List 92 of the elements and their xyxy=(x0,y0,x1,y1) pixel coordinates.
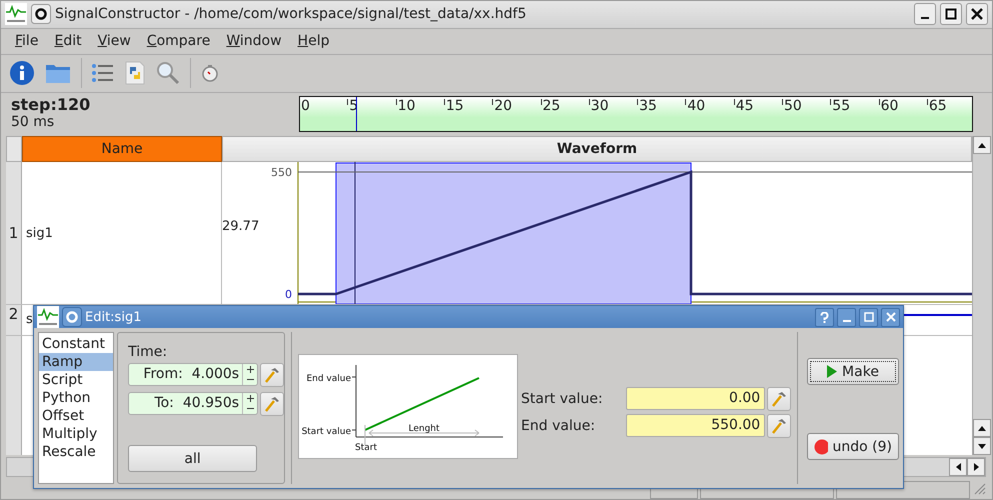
dialog-title: Edit:sig1 xyxy=(85,310,142,324)
param-label: End value: xyxy=(521,418,596,434)
menu-item[interactable]: Edit xyxy=(46,33,90,50)
menu-item[interactable]: Help xyxy=(290,33,338,50)
plus-icon xyxy=(246,366,254,373)
minimize-icon xyxy=(921,17,929,20)
time-spin-field[interactable]: From: 4.000s xyxy=(128,363,258,386)
info-icon[interactable] xyxy=(9,60,35,86)
value-field[interactable]: 550.00 xyxy=(626,414,766,437)
column-header[interactable]: Name xyxy=(22,136,222,162)
maximize-button[interactable] xyxy=(940,3,962,26)
step-interval: 50 ms xyxy=(11,114,56,130)
left-arrow-icon xyxy=(956,463,960,472)
up-arrow-icon xyxy=(978,142,986,148)
ruler-label: 10 xyxy=(398,98,416,113)
function-item[interactable]: Script xyxy=(39,371,114,389)
ruler-label: 25 xyxy=(542,98,560,113)
function-item[interactable]: Constant xyxy=(39,335,114,353)
menu-item[interactable]: Compare xyxy=(138,33,218,50)
ruler-label: 15 xyxy=(446,98,464,113)
hammer-icon xyxy=(770,416,788,434)
hammer-icon xyxy=(263,395,282,413)
scroll-up-button[interactable] xyxy=(973,419,991,438)
window-title: SignalConstructor - /home/com/workspace/signal/test_data/xx.hdf5 xyxy=(55,6,528,22)
hammer-icon xyxy=(263,366,282,384)
function-item[interactable]: Ramp xyxy=(39,353,114,371)
corner-header xyxy=(6,136,22,162)
ruler-label: 45 xyxy=(736,98,754,113)
ruler-label: 20 xyxy=(494,98,512,113)
hammer-icon xyxy=(770,390,788,408)
row-number: 2 xyxy=(6,305,22,336)
folder-icon[interactable] xyxy=(45,62,71,84)
value-field[interactable]: 0.00 xyxy=(626,387,766,410)
function-item[interactable]: Rescale xyxy=(39,443,114,461)
param-label: Start value: xyxy=(521,390,604,406)
menu-item[interactable]: View xyxy=(90,33,139,50)
help-button[interactable] xyxy=(815,308,834,326)
ruler-label: 0 xyxy=(301,98,310,113)
undo-button[interactable]: undo (9) xyxy=(807,433,899,460)
function-item[interactable]: Python xyxy=(39,389,114,407)
python-file-icon[interactable] xyxy=(124,61,146,86)
ramp-diagram: End value Start value Lenght Start xyxy=(299,355,518,458)
plus-icon xyxy=(246,394,254,402)
down-arrow-icon xyxy=(978,444,986,449)
help-icon xyxy=(820,312,829,322)
minimize-button[interactable] xyxy=(914,3,936,26)
waveform-logo-icon xyxy=(37,306,59,328)
close-icon xyxy=(971,8,983,20)
name-cell: sig1 xyxy=(22,162,222,304)
right-arrow-icon xyxy=(974,463,978,472)
function-list[interactable]: Constant Ramp Script Python Offset Multiply Rescale xyxy=(38,332,114,484)
pick-value-button[interactable] xyxy=(767,386,792,410)
menu-item[interactable]: Window xyxy=(218,33,290,50)
waveform-logo-icon xyxy=(5,3,27,26)
list-icon[interactable] xyxy=(92,63,114,84)
close-button[interactable] xyxy=(966,3,988,26)
ruler-label: 35 xyxy=(639,98,657,113)
step-label: step:120 xyxy=(11,96,92,114)
ruler-label: 65 xyxy=(928,98,947,113)
up-arrow-icon xyxy=(978,426,986,431)
all-button[interactable]: all xyxy=(128,445,258,472)
maximize-icon xyxy=(945,8,957,20)
play-icon xyxy=(827,365,838,378)
scroll-right-button[interactable] xyxy=(967,458,985,476)
scroll-left-button[interactable] xyxy=(949,458,967,476)
time-label: Time: xyxy=(128,344,168,360)
search-icon[interactable] xyxy=(156,61,180,86)
window-menu-icon[interactable] xyxy=(31,4,51,24)
resize-grip-icon[interactable] xyxy=(972,481,986,496)
function-item[interactable]: Offset xyxy=(39,407,114,425)
time-spin-field[interactable]: To: 40.950s xyxy=(128,392,258,415)
row-number: 1 xyxy=(6,162,22,304)
minimize-icon xyxy=(842,320,850,322)
scroll-down-button[interactable] xyxy=(973,437,991,456)
pick-value-button[interactable] xyxy=(767,414,792,438)
ruler-label: 60 xyxy=(880,98,898,113)
ruler-label: 50 xyxy=(784,98,802,113)
cursor-line xyxy=(356,96,357,131)
column-header[interactable]: Waveform xyxy=(222,136,972,162)
scroll-up-button[interactable] xyxy=(973,136,991,154)
ruler-label: 55 xyxy=(832,98,850,113)
menu-item[interactable]: File xyxy=(7,33,46,50)
make-button[interactable]: Make xyxy=(807,358,899,385)
axis-label: 550 xyxy=(271,166,292,180)
value-cell-text: 29.77 xyxy=(222,218,260,236)
maximize-icon xyxy=(864,312,874,322)
ruler-label: 40 xyxy=(687,98,706,113)
ruler-label: 30 xyxy=(590,98,609,113)
function-item[interactable]: Multiply xyxy=(39,425,114,443)
close-icon xyxy=(886,312,896,322)
axis-label: 0 xyxy=(285,288,292,302)
stopwatch-icon[interactable] xyxy=(201,64,219,82)
